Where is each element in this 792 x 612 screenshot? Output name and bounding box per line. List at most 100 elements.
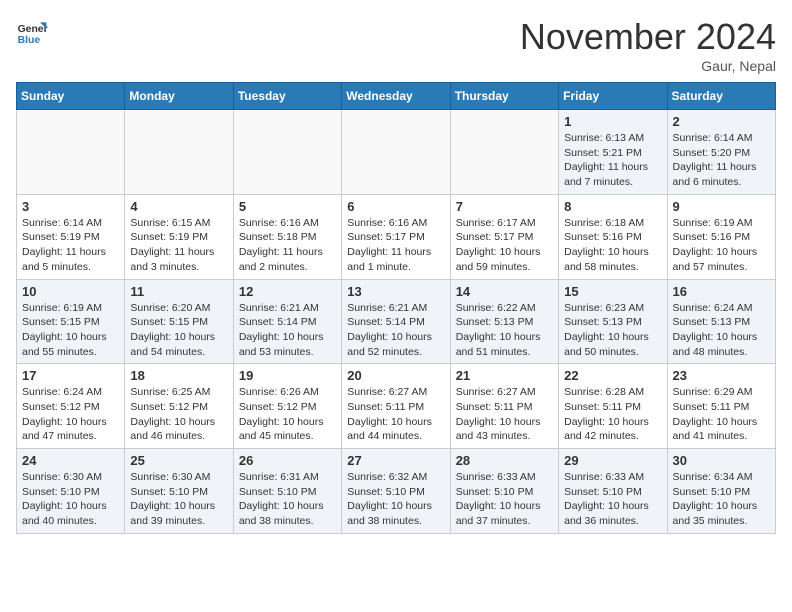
calendar-week-row: 1 Sunrise: 6:13 AMSunset: 5:21 PMDaylight… — [17, 110, 776, 195]
weekday-header: Thursday — [450, 83, 558, 110]
day-number: 4 — [130, 199, 227, 214]
month-title: November 2024 — [520, 16, 776, 58]
calendar-day-cell — [233, 110, 341, 195]
calendar-day-cell: 26 Sunrise: 6:31 AMSunset: 5:10 PMDayligh… — [233, 449, 341, 534]
day-info: Sunrise: 6:24 AMSunset: 5:13 PMDaylight:… — [673, 301, 770, 360]
calendar-header-row: SundayMondayTuesdayWednesdayThursdayFrid… — [17, 83, 776, 110]
day-number: 29 — [564, 453, 661, 468]
day-number: 26 — [239, 453, 336, 468]
day-number: 14 — [456, 284, 553, 299]
day-number: 12 — [239, 284, 336, 299]
calendar-day-cell: 23 Sunrise: 6:29 AMSunset: 5:11 PMDayligh… — [667, 364, 775, 449]
weekday-header: Wednesday — [342, 83, 450, 110]
calendar-day-cell: 30 Sunrise: 6:34 AMSunset: 5:10 PMDayligh… — [667, 449, 775, 534]
calendar-day-cell: 13 Sunrise: 6:21 AMSunset: 5:14 PMDayligh… — [342, 279, 450, 364]
day-number: 25 — [130, 453, 227, 468]
day-number: 27 — [347, 453, 444, 468]
day-number: 21 — [456, 368, 553, 383]
day-info: Sunrise: 6:20 AMSunset: 5:15 PMDaylight:… — [130, 301, 227, 360]
calendar-day-cell: 7Sunrise: 6:17 AMSunset: 5:17 PMDaylight… — [450, 194, 558, 279]
weekday-header: Tuesday — [233, 83, 341, 110]
calendar-day-cell: 5 Sunrise: 6:16 AMSunset: 5:18 PMDaylight… — [233, 194, 341, 279]
calendar-day-cell: 27 Sunrise: 6:32 AMSunset: 5:10 PMDayligh… — [342, 449, 450, 534]
calendar-day-cell: 1 Sunrise: 6:13 AMSunset: 5:21 PMDaylight… — [559, 110, 667, 195]
svg-text:Blue: Blue — [18, 35, 41, 46]
calendar-day-cell: 12 Sunrise: 6:21 AMSunset: 5:14 PMDayligh… — [233, 279, 341, 364]
calendar-day-cell: 11 Sunrise: 6:20 AMSunset: 5:15 PMDayligh… — [125, 279, 233, 364]
calendar-day-cell: 14 Sunrise: 6:22 AMSunset: 5:13 PMDayligh… — [450, 279, 558, 364]
calendar-day-cell: 24Sunrise: 6:30 AMSunset: 5:10 PMDayligh… — [17, 449, 125, 534]
calendar-day-cell: 10 Sunrise: 6:19 AMSunset: 5:15 PMDayligh… — [17, 279, 125, 364]
day-number: 17 — [22, 368, 119, 383]
calendar-day-cell — [17, 110, 125, 195]
day-info: Sunrise: 6:34 AMSunset: 5:10 PMDaylight:… — [673, 470, 770, 529]
calendar-day-cell: 21Sunrise: 6:27 AMSunset: 5:11 PMDayligh… — [450, 364, 558, 449]
day-info: Sunrise: 6:21 AMSunset: 5:14 PMDaylight:… — [347, 301, 444, 360]
calendar-day-cell: 2Sunrise: 6:14 AMSunset: 5:20 PMDaylight… — [667, 110, 775, 195]
day-info: Sunrise: 6:32 AMSunset: 5:10 PMDaylight:… — [347, 470, 444, 529]
calendar-week-row: 24 Sunrise: 6:30 AMSunset: 5:10 PMDayligh… — [17, 449, 776, 534]
day-info: Sunrise: 6:16 AMSunset: 5:17 PMDaylight:… — [347, 216, 444, 275]
day-number: 6 — [347, 199, 444, 214]
calendar-day-cell: 6 Sunrise: 6:16 AMSunset: 5:17 PMDaylight… — [342, 194, 450, 279]
day-number: 11 — [130, 284, 227, 299]
day-info: Sunrise: 6:21 AMSunset: 5:14 PMDaylight:… — [239, 301, 336, 360]
day-info: Sunrise: 6:13 AMSunset: 5:21 PMDaylight:… — [564, 131, 661, 190]
day-number: 10 — [22, 284, 119, 299]
day-info: Sunrise: 6:18 AMSunset: 5:16 PMDaylight:… — [564, 216, 661, 275]
weekday-header: Saturday — [667, 83, 775, 110]
weekday-header: Monday — [125, 83, 233, 110]
calendar-week-row: 3Sunrise: 6:14 AMSunset: 5:19 PMDaylight… — [17, 194, 776, 279]
day-info: Sunrise: 6:19 AMSunset: 5:16 PMDaylight:… — [673, 216, 770, 275]
calendar-day-cell: 15Sunrise: 6:23 AMSunset: 5:13 PMDayligh… — [559, 279, 667, 364]
day-info: Sunrise: 6:14 AMSunset: 5:19 PMDaylight:… — [22, 216, 119, 275]
day-number: 5 — [239, 199, 336, 214]
calendar-day-cell: 16 Sunrise: 6:24 AMSunset: 5:13 PMDayligh… — [667, 279, 775, 364]
day-info: Sunrise: 6:26 AMSunset: 5:12 PMDaylight:… — [239, 385, 336, 444]
day-number: 7 — [456, 199, 553, 214]
day-info: Sunrise: 6:27 AMSunset: 5:11 PMDaylight:… — [347, 385, 444, 444]
calendar-day-cell: 28 Sunrise: 6:33 AMSunset: 5:10 PMDayligh… — [450, 449, 558, 534]
day-number: 9 — [673, 199, 770, 214]
calendar-day-cell: 3Sunrise: 6:14 AMSunset: 5:19 PMDaylight… — [17, 194, 125, 279]
day-info: Sunrise: 6:28 AMSunset: 5:11 PMDaylight:… — [564, 385, 661, 444]
calendar-day-cell: 17 Sunrise: 6:24 AMSunset: 5:12 PMDayligh… — [17, 364, 125, 449]
day-number: 24 — [22, 453, 119, 468]
day-info: Sunrise: 6:30 AMSunset: 5:10 PMDaylight:… — [130, 470, 227, 529]
calendar-table: SundayMondayTuesdayWednesdayThursdayFrid… — [16, 82, 776, 534]
weekday-header: Sunday — [17, 83, 125, 110]
calendar-day-cell: 18Sunrise: 6:25 AMSunset: 5:12 PMDayligh… — [125, 364, 233, 449]
calendar-day-cell: 9 Sunrise: 6:19 AMSunset: 5:16 PMDaylight… — [667, 194, 775, 279]
day-info: Sunrise: 6:29 AMSunset: 5:11 PMDaylight:… — [673, 385, 770, 444]
day-number: 13 — [347, 284, 444, 299]
day-number: 16 — [673, 284, 770, 299]
day-number: 30 — [673, 453, 770, 468]
day-info: Sunrise: 6:31 AMSunset: 5:10 PMDaylight:… — [239, 470, 336, 529]
day-info: Sunrise: 6:33 AMSunset: 5:10 PMDaylight:… — [456, 470, 553, 529]
calendar-day-cell: 29Sunrise: 6:33 AMSunset: 5:10 PMDayligh… — [559, 449, 667, 534]
day-info: Sunrise: 6:19 AMSunset: 5:15 PMDaylight:… — [22, 301, 119, 360]
day-number: 23 — [673, 368, 770, 383]
day-number: 28 — [456, 453, 553, 468]
day-info: Sunrise: 6:15 AMSunset: 5:19 PMDaylight:… — [130, 216, 227, 275]
day-number: 18 — [130, 368, 227, 383]
day-number: 1 — [564, 114, 661, 129]
day-number: 15 — [564, 284, 661, 299]
day-number: 22 — [564, 368, 661, 383]
calendar-day-cell: 25 Sunrise: 6:30 AMSunset: 5:10 PMDayligh… — [125, 449, 233, 534]
day-number: 8 — [564, 199, 661, 214]
location: Gaur, Nepal — [520, 58, 776, 74]
calendar-day-cell: 8 Sunrise: 6:18 AMSunset: 5:16 PMDaylight… — [559, 194, 667, 279]
calendar-day-cell: 22 Sunrise: 6:28 AMSunset: 5:11 PMDayligh… — [559, 364, 667, 449]
calendar-day-cell — [450, 110, 558, 195]
day-info: Sunrise: 6:24 AMSunset: 5:12 PMDaylight:… — [22, 385, 119, 444]
calendar-week-row: 10 Sunrise: 6:19 AMSunset: 5:15 PMDayligh… — [17, 279, 776, 364]
weekday-header: Friday — [559, 83, 667, 110]
day-info: Sunrise: 6:16 AMSunset: 5:18 PMDaylight:… — [239, 216, 336, 275]
calendar-day-cell: 19 Sunrise: 6:26 AMSunset: 5:12 PMDayligh… — [233, 364, 341, 449]
calendar-day-cell — [125, 110, 233, 195]
day-number: 2 — [673, 114, 770, 129]
day-info: Sunrise: 6:22 AMSunset: 5:13 PMDaylight:… — [456, 301, 553, 360]
title-block: November 2024 Gaur, Nepal — [520, 16, 776, 74]
day-number: 19 — [239, 368, 336, 383]
